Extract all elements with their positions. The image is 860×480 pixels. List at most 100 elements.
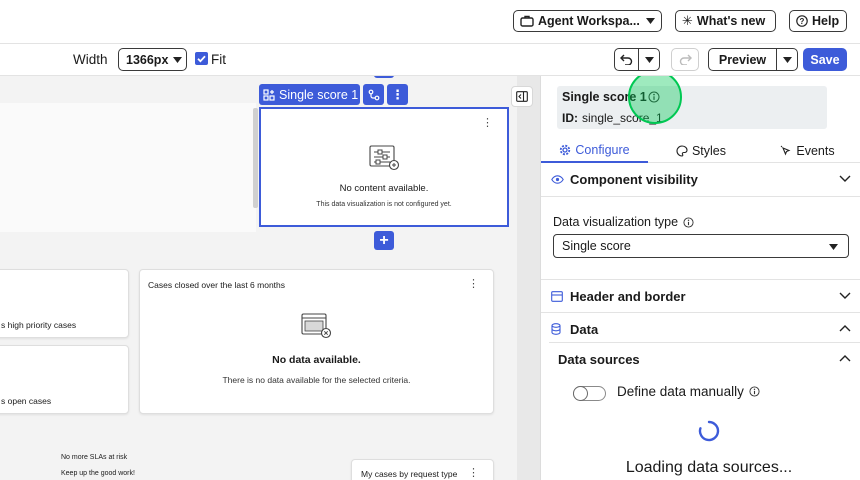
collapse-panel-icon [516, 91, 528, 102]
save-button[interactable]: Save [803, 48, 847, 71]
sla-subtitle: Keep up the good work! [61, 470, 135, 477]
no-data-title: No data available. [272, 354, 361, 366]
loading-text: Loading data sources... [625, 459, 793, 476]
undo-group [614, 48, 660, 71]
dv-type-select[interactable]: Single score [553, 234, 849, 258]
request-type-title: My cases by request type [361, 469, 458, 479]
header-border-label: Header and border [570, 288, 686, 304]
loading-spinner-icon [698, 420, 720, 442]
eye-icon [551, 175, 564, 184]
dv-type-label-row: Data visualization type [553, 215, 694, 229]
data-visualization-icon [369, 145, 400, 171]
database-icon [551, 323, 561, 335]
whats-new-button[interactable]: ✳ What's new [675, 10, 776, 32]
undo-icon [620, 54, 633, 65]
chevron-down-icon [644, 56, 654, 63]
collapse-panel-button[interactable] [511, 86, 533, 107]
dv-type-group: Data visualization type Single score [541, 196, 860, 279]
define-manually-label: Define data manually [617, 384, 744, 399]
width-value: 1366px [126, 52, 169, 67]
cases-closed-card[interactable]: Cases closed over the last 6 months ⋮ No… [139, 269, 494, 414]
dv-type-label: Data visualization type [553, 215, 679, 229]
tab-configure-label: Configure [575, 143, 630, 157]
workspace-switcher[interactable]: Agent Workspa... [513, 10, 662, 32]
component-header: Single score 1 ID: single_score_1 [557, 86, 827, 129]
chevron-down-icon [829, 244, 838, 250]
selected-widget[interactable]: ⋮ No content available. This data visual… [259, 107, 509, 227]
card-more-icon[interactable]: ⋮ [468, 279, 479, 290]
tab-styles-label: Styles [691, 144, 727, 158]
open-cases-label: s open cases [1, 396, 52, 406]
selected-component-tag[interactable]: Single score 1 [259, 84, 360, 105]
chevron-down-icon [645, 18, 655, 24]
card-more-icon[interactable]: ⋮ [468, 468, 479, 479]
no-data-chart-icon [301, 313, 332, 339]
svg-text:?: ? [800, 17, 805, 26]
help-label: Help [812, 14, 840, 28]
cursor-click-icon [781, 145, 791, 156]
width-select[interactable]: 1366px [118, 48, 187, 71]
undo-button[interactable] [615, 49, 639, 70]
sparkle-icon: ✳ [682, 13, 693, 28]
plus-icon: + [379, 76, 388, 78]
sla-title: No more SLAs at risk [61, 454, 128, 461]
preview-button[interactable]: Preview [709, 49, 777, 70]
id-label: ID: [562, 111, 578, 125]
chevron-down-icon [173, 56, 183, 63]
workspace-icon [520, 15, 534, 27]
info-icon[interactable] [749, 386, 760, 397]
tab-styles[interactable]: Styles [648, 139, 754, 163]
region-scrollbar[interactable] [253, 108, 258, 208]
panel-rail [511, 76, 540, 480]
palette-icon [676, 145, 688, 157]
help-button[interactable]: ? Help [789, 10, 847, 32]
workspace-label: Agent Workspa... [538, 14, 640, 28]
canvas-region [0, 103, 256, 232]
add-below-button[interactable]: + [374, 231, 394, 250]
fit-label: Fit [211, 52, 226, 67]
empty-widget-title: No content available. [339, 183, 429, 194]
chevron-up-icon [839, 355, 851, 362]
request-type-card[interactable]: My cases by request type ⋮ [351, 459, 494, 480]
chevron-up-icon [839, 325, 851, 332]
redo-button[interactable] [671, 48, 699, 71]
tab-configure[interactable]: Configure [541, 139, 648, 163]
selected-component-label: Single score 1 [279, 87, 359, 102]
define-manually-toggle[interactable] [573, 386, 606, 401]
component-more-button[interactable]: ⋮ [387, 84, 408, 105]
component-icon [263, 88, 275, 101]
widget-more-icon[interactable]: ⋮ [482, 118, 493, 129]
gear-icon [560, 144, 571, 156]
chevron-down-icon [839, 292, 851, 299]
toggle-knob [573, 386, 588, 401]
add-above-button[interactable]: + [374, 76, 394, 78]
header-border-section[interactable]: Header and border [541, 279, 860, 312]
help-icon: ? [796, 15, 808, 27]
data-sources-label: Data sources [558, 351, 640, 367]
top-bar: Agent Workspa... ✳ What's new ? Help [0, 0, 860, 44]
preview-options-button[interactable] [777, 49, 797, 70]
more-vertical-icon: ⋮ [391, 86, 404, 102]
tab-events[interactable]: Events [754, 139, 860, 163]
preview-group: Preview [708, 48, 798, 71]
undo-history-button[interactable] [639, 49, 659, 70]
plus-icon: + [379, 231, 389, 249]
data-sources-section[interactable]: Data sources [549, 342, 860, 375]
tab-events-label: Events [796, 144, 835, 158]
card-header-icon [551, 290, 563, 302]
open-cases-card[interactable]: s open cases [0, 345, 129, 414]
drag-handle-icon [368, 89, 379, 100]
data-section[interactable]: Data [541, 312, 860, 345]
high-priority-card[interactable]: s high priority cases [0, 269, 129, 338]
cases-closed-title: Cases closed over the last 6 months [148, 280, 286, 290]
dv-type-value: Single score [562, 239, 631, 253]
info-icon[interactable] [683, 216, 694, 228]
checkmark-icon [197, 55, 206, 63]
width-label: Width [73, 52, 108, 67]
whats-new-label: What's new [696, 14, 766, 28]
properties-panel: Single score 1 ID: single_score_1 Config… [540, 76, 860, 480]
move-component-button[interactable] [363, 84, 384, 105]
canvas-area: + Single score 1 ⋮ ⋮ No content availabl… [0, 76, 517, 480]
component-visibility-section[interactable]: Component visibility [541, 163, 860, 196]
fit-checkbox[interactable] [195, 52, 208, 65]
